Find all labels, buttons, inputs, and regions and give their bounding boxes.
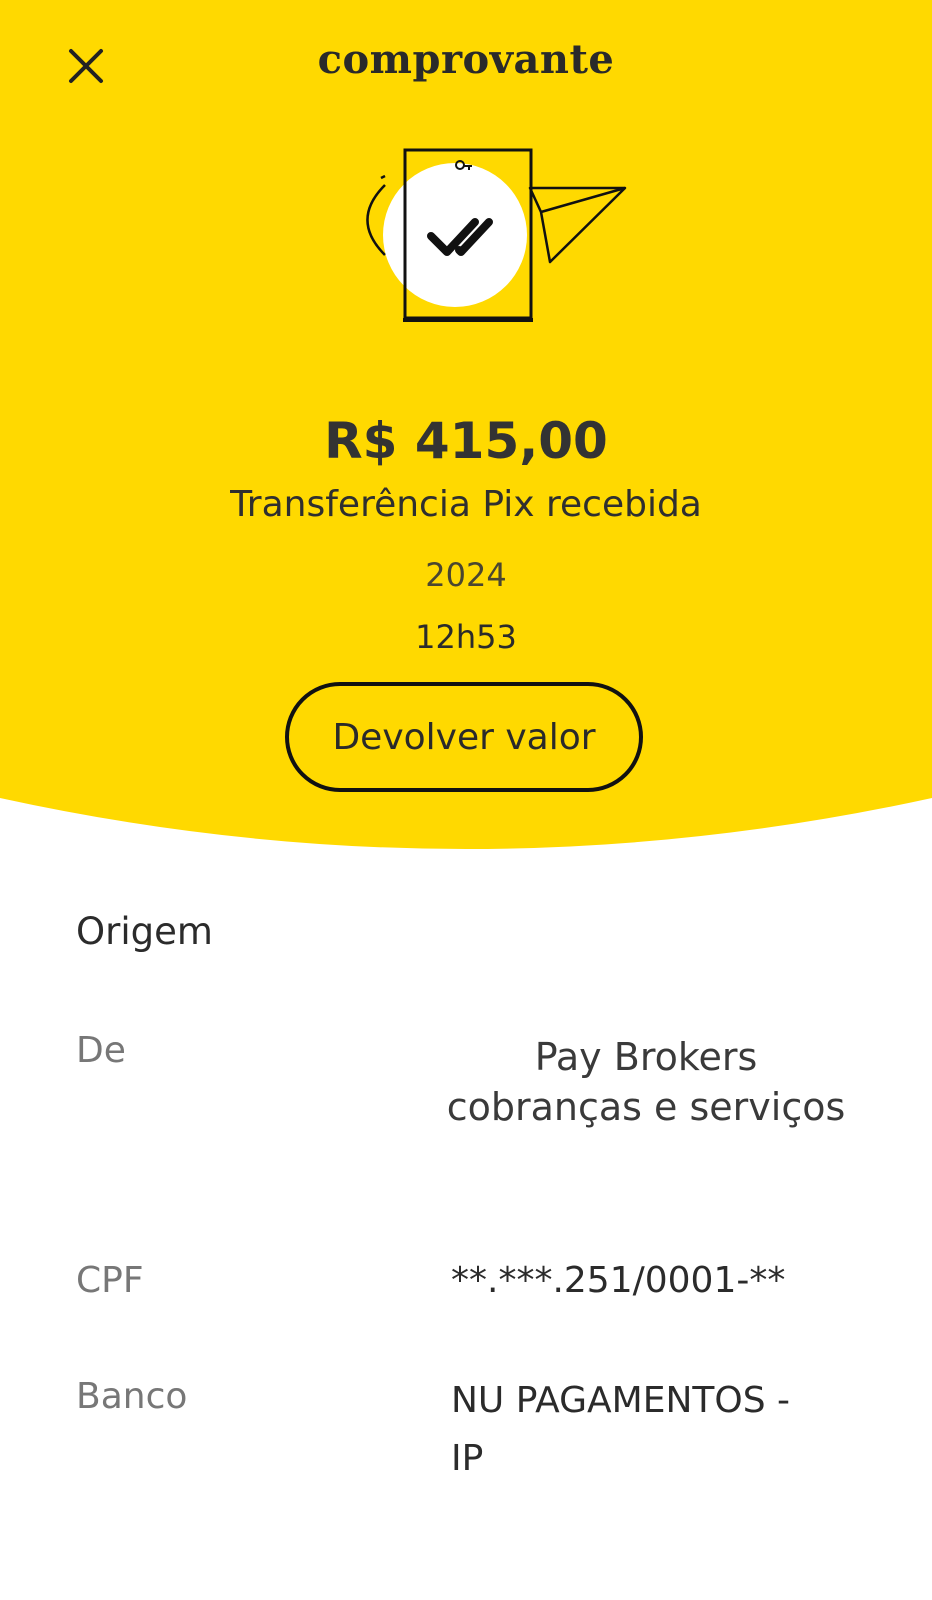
from-label: De (76, 1030, 126, 1071)
transfer-description: Transferência Pix recebida (230, 484, 702, 525)
from-value-line2: cobranças e serviços (446, 1085, 846, 1129)
transfer-time: 12h53 (415, 618, 517, 656)
from-value-line1: Pay Brokers (534, 1035, 758, 1079)
from-value: Pay Brokers cobranças e serviços (400, 1032, 892, 1132)
origin-section-title: Origem (76, 910, 213, 953)
bank-value: NU PAGAMENTOS - IP (451, 1372, 851, 1488)
bank-value-line2: IP (451, 1438, 484, 1479)
page-title: comprovante (317, 36, 615, 83)
bank-value-line1: NU PAGAMENTOS - (451, 1380, 790, 1421)
return-amount-button[interactable]: Devolver valor (285, 682, 643, 792)
transfer-date: 2024 (425, 556, 507, 594)
receipt-check-paper-plane-icon (355, 140, 645, 340)
document-label: CPF (76, 1260, 144, 1301)
document-value: **.***.251/0001-** (451, 1260, 786, 1301)
bank-label: Banco (76, 1376, 188, 1417)
transfer-amount: R$ 415,00 (324, 412, 608, 470)
